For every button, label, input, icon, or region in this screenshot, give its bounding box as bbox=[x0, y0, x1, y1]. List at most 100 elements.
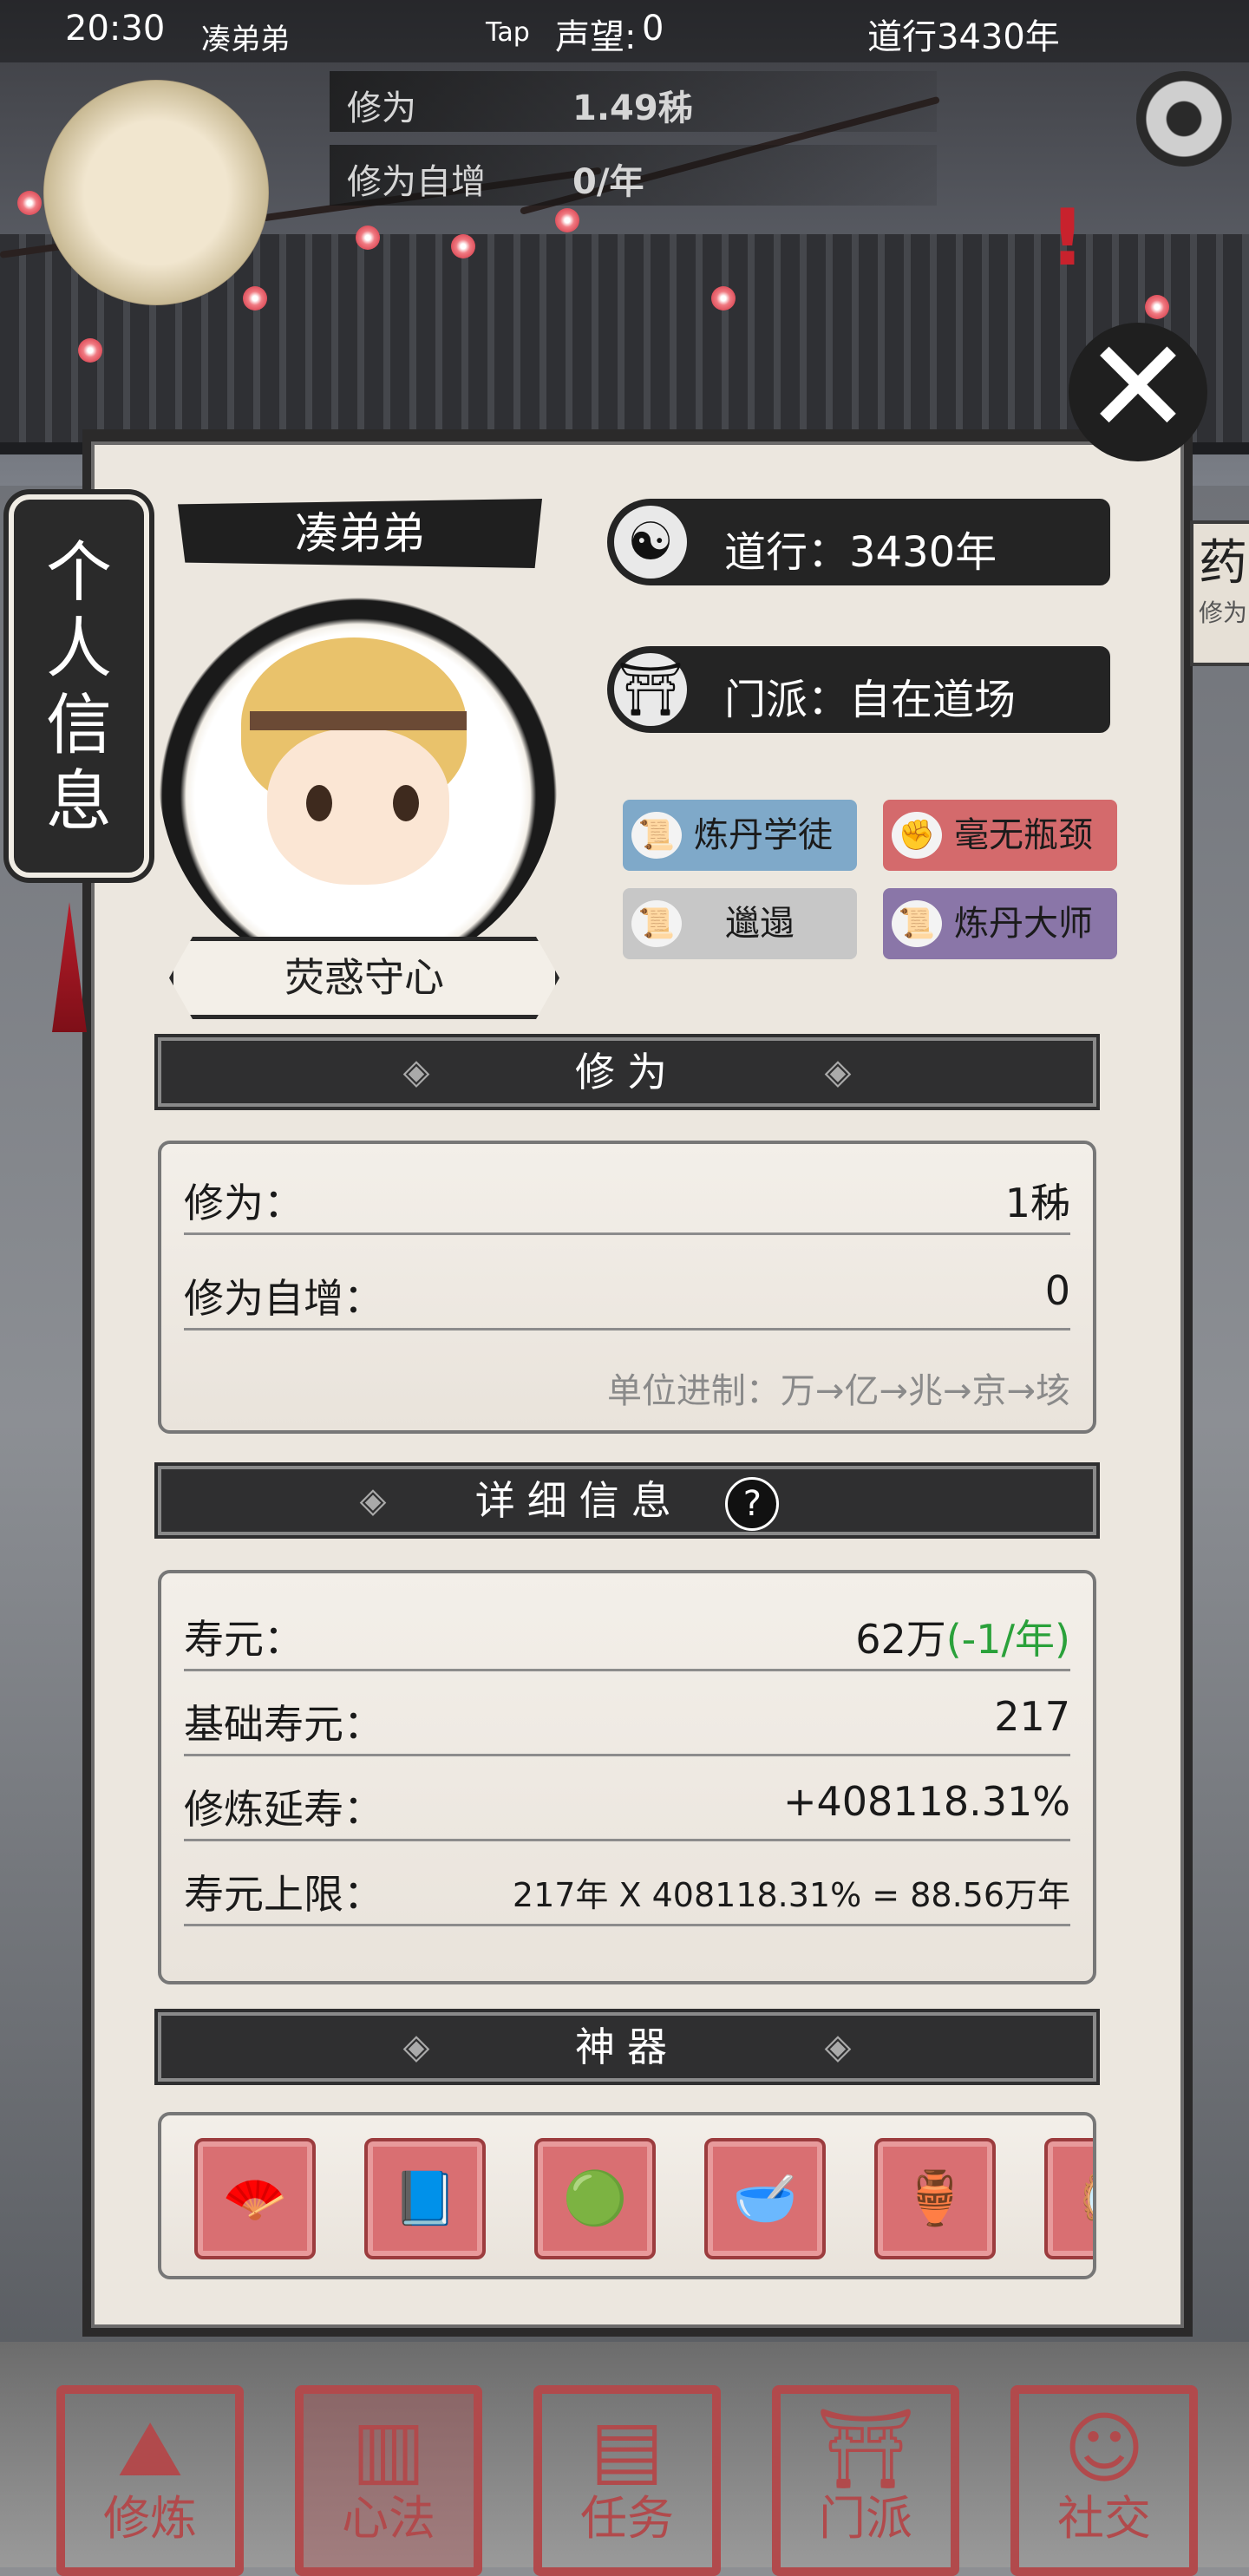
daoxing-text: 道行：3430年 bbox=[724, 528, 997, 577]
reputation-value: 0 bbox=[642, 9, 664, 49]
jade-icon[interactable]: 🏺 bbox=[874, 2138, 996, 2259]
hud-auto-label: 修为自增 bbox=[347, 162, 486, 202]
temple-icon: ⛩ bbox=[614, 653, 687, 726]
player-name: 凑弟弟 bbox=[178, 499, 542, 568]
lifespan-value: 62万 bbox=[855, 1616, 946, 1663]
yin-yang-icon: ☯ bbox=[614, 506, 687, 579]
nav-cultivate[interactable]: ⛰ 修炼 bbox=[56, 2385, 244, 2576]
portrait-headband bbox=[250, 711, 467, 730]
scroll-icon: 📜 bbox=[892, 900, 942, 947]
detail-row: 寿元上限： 217年 X 408118.31% = 88.56万年 bbox=[184, 1846, 1070, 1926]
daoxing-hud-value: 3430年 bbox=[937, 17, 1060, 57]
nav-label: 社交 bbox=[1057, 2491, 1151, 2546]
player-avatar[interactable] bbox=[43, 80, 269, 305]
lifespan-limit-label: 寿元上限： bbox=[184, 1871, 383, 1918]
fist-icon: ✊ bbox=[892, 812, 942, 859]
nav-social[interactable]: ☺ 社交 bbox=[1010, 2385, 1198, 2576]
scroll-icon: ▥ bbox=[351, 2403, 426, 2494]
alert-icon[interactable]: ! bbox=[1050, 193, 1128, 288]
blossom bbox=[451, 234, 475, 258]
cultivation-row: 修为自增： 0 bbox=[184, 1250, 1070, 1330]
tag-label: 邋遢 bbox=[725, 904, 795, 944]
status-tap-label: Tap bbox=[486, 17, 530, 48]
cultivation-row-label: 修为自增： bbox=[184, 1275, 383, 1322]
diamond-ornament-icon: ◈ bbox=[824, 2027, 852, 2067]
detail-box: 寿元： 62万(-1/年) 基础寿元： 217 修炼延寿： +408118.31… bbox=[158, 1570, 1096, 1984]
nav-label: 门派 bbox=[819, 2491, 912, 2546]
status-app-label: 凑弟弟 bbox=[201, 23, 290, 57]
blossom bbox=[243, 286, 267, 311]
portrait-eye bbox=[393, 785, 419, 821]
sect-text: 门派：自在道场 bbox=[724, 676, 1017, 724]
tab-profile[interactable]: 个人信息 bbox=[9, 494, 149, 878]
cultivation-row-label: 修为： bbox=[184, 1180, 304, 1226]
artifact-header-label: 神器 bbox=[575, 2024, 679, 2070]
blossom bbox=[78, 338, 102, 363]
bowl-icon[interactable]: 🥣 bbox=[704, 2138, 826, 2259]
tag-label: 炼丹大师 bbox=[954, 904, 1093, 944]
cultivation-row: 修为： 1秭 bbox=[184, 1154, 1070, 1235]
blossom bbox=[711, 286, 736, 311]
nav-mind-method[interactable]: ▥ 心法 bbox=[295, 2385, 482, 2576]
round-mirror-icon[interactable]: 🪞 bbox=[1044, 2138, 1093, 2259]
gate-icon: ⛩ bbox=[815, 2403, 916, 2494]
lifespan-delta: (-1/年) bbox=[945, 1616, 1070, 1663]
daoxing-pill: ☯ 道行：3430年 bbox=[607, 499, 1110, 585]
bottom-nav: ⛰ 修炼 ▥ 心法 ▤ 任务 ⛩ 门派 ☺ 社交 bbox=[0, 2342, 1249, 2576]
nav-label: 心法 bbox=[342, 2491, 435, 2546]
scroll-task-icon: ▤ bbox=[590, 2403, 664, 2494]
hud-auto-value: 0/年 bbox=[572, 162, 644, 202]
extend-lifespan-label: 修炼延寿： bbox=[184, 1786, 383, 1833]
lifespan-limit-value: 217年 X 408118.31% = 88.56万年 bbox=[512, 1876, 1070, 1914]
mirror-icon[interactable]: 🟢 bbox=[534, 2138, 656, 2259]
detail-header-label: 详细信息 bbox=[474, 1477, 683, 1524]
hud-auto-row: 修为自增 0/年 bbox=[330, 145, 937, 206]
tag-label: 炼丹学徒 bbox=[694, 815, 833, 855]
cultivation-header: ◈ 修为 ◈ bbox=[158, 1037, 1096, 1107]
nav-tasks[interactable]: ▤ 任务 bbox=[533, 2385, 721, 2576]
base-lifespan-label: 基础寿元： bbox=[184, 1701, 383, 1748]
close-button[interactable]: ✕ bbox=[1069, 323, 1207, 461]
base-lifespan-value: 217 bbox=[994, 1693, 1070, 1740]
reputation-label: 声望: bbox=[555, 17, 637, 57]
lifespan-label: 寿元： bbox=[184, 1616, 304, 1663]
sect-pill: ⛩ 门派：自在道场 bbox=[607, 646, 1110, 733]
settings-gear-icon[interactable] bbox=[1136, 71, 1232, 167]
status-time: 20:30 bbox=[65, 9, 166, 49]
nav-sect[interactable]: ⛩ 门派 bbox=[772, 2385, 959, 2576]
book-icon[interactable]: 📘 bbox=[364, 2138, 486, 2259]
nav-label: 修炼 bbox=[103, 2491, 197, 2546]
scroll-icon: 📜 bbox=[631, 812, 682, 859]
mountain-icon: ⛰ bbox=[117, 2403, 183, 2494]
scroll-icon: 📜 bbox=[631, 900, 682, 947]
daoxing-hud-label: 道行 bbox=[867, 17, 937, 57]
right-side-tab[interactable]: 药 修为 bbox=[1190, 520, 1249, 666]
cultivation-header-label: 修为 bbox=[575, 1049, 679, 1095]
tag-alchemy-master[interactable]: 📜 炼丹大师 bbox=[883, 888, 1117, 959]
diamond-ornament-icon: ◈ bbox=[359, 1481, 387, 1520]
lifespan-value-wrap: 62万(-1/年) bbox=[855, 1608, 1070, 1665]
hud-cultivation-value: 1.49秭 bbox=[572, 88, 693, 128]
player-title[interactable]: 荧惑守心 bbox=[169, 937, 559, 1019]
top-hud: 修为 1.49秭 修为自增 0/年 ! bbox=[0, 62, 1249, 305]
right-side-tab-sub: 修为 bbox=[1198, 598, 1247, 627]
detail-row: 寿元： 62万(-1/年) bbox=[184, 1591, 1070, 1671]
detail-header: ◈ 详细信息 ? bbox=[158, 1466, 1096, 1535]
detail-row: 修炼延寿： +408118.31% bbox=[184, 1761, 1070, 1841]
player-portrait bbox=[159, 577, 558, 976]
status-bar: 20:30 凑弟弟 Tap 声望: 0 道行 3430年 bbox=[0, 0, 1249, 62]
tag-label: 毫无瓶颈 bbox=[954, 815, 1093, 855]
nav-label: 任务 bbox=[580, 2491, 674, 2546]
tag-alchemy-apprentice[interactable]: 📜 炼丹学徒 bbox=[623, 800, 857, 871]
unit-note: 单位进制：万→亿→兆→京→垓 bbox=[606, 1371, 1070, 1411]
portrait-face bbox=[267, 729, 449, 885]
artifact-header: ◈ 神器 ◈ bbox=[158, 2012, 1096, 2082]
hud-cultivation-label: 修为 bbox=[347, 88, 416, 128]
people-icon: ☺ bbox=[1063, 2403, 1145, 2494]
help-icon[interactable]: ? bbox=[725, 1476, 780, 1531]
tag-sloppy[interactable]: 📜 邋遢 bbox=[623, 888, 857, 959]
cultivation-row-value: 0 bbox=[1044, 1267, 1070, 1314]
tag-no-bottleneck[interactable]: ✊ 毫无瓶颈 bbox=[883, 800, 1117, 871]
tab-profile-label: 个人信息 bbox=[46, 533, 112, 840]
fan-icon[interactable]: 🪭 bbox=[194, 2138, 316, 2259]
